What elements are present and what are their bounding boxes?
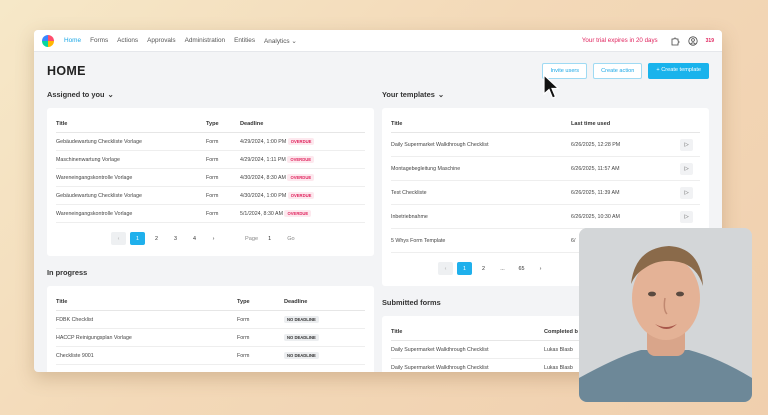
- page-number-input[interactable]: 1: [268, 236, 271, 242]
- assigned-section-title[interactable]: Assigned to you ⌄: [47, 90, 114, 99]
- page-button-65[interactable]: 65: [514, 262, 529, 275]
- mouse-cursor-icon: [543, 74, 561, 99]
- assigned-pagination: ‹ 1 2 3 4 › Page 1 Go: [111, 232, 295, 245]
- page-ellipsis: ...: [500, 265, 505, 272]
- chevron-down-icon: ⌄: [437, 90, 445, 99]
- table-row[interactable]: Wareneingangskontrolle Vorlage Form 5/1/…: [56, 204, 365, 223]
- table-row[interactable]: Inbetriebnahme 6/26/2025, 10:30 AM ▷: [391, 204, 700, 229]
- table-row[interactable]: Wareneingangskontrolle Vorlage Form 4/30…: [56, 168, 365, 187]
- table-row[interactable]: Checkliste 9001 Form NO DEADLINE: [56, 346, 365, 365]
- table-row[interactable]: Gebäudewartung Checkliste Vorlage Form 4…: [56, 132, 365, 151]
- table-row[interactable]: Test Checkliste 6/26/2025, 11:39 AM ▷: [391, 180, 700, 205]
- table-row[interactable]: Montagebegleitung Maschine 6/26/2025, 11…: [391, 156, 700, 181]
- nav-home[interactable]: Home: [64, 37, 81, 45]
- column-header-title: Title: [391, 329, 544, 341]
- status-badge: OVERDUE: [287, 137, 315, 145]
- nav-entities[interactable]: Entities: [234, 37, 255, 45]
- in-progress-section-title: In progress: [47, 268, 88, 277]
- notification-badge[interactable]: 319: [706, 38, 714, 44]
- prev-page-icon[interactable]: ‹: [438, 262, 453, 275]
- nav-analytics[interactable]: Analytics ⌄: [264, 37, 297, 45]
- in-progress-table: Title Type Deadline FDBK Checklist Form …: [56, 299, 365, 365]
- nav-forms[interactable]: Forms: [90, 37, 108, 45]
- main-nav: Home Forms Actions Approvals Administrat…: [64, 37, 297, 45]
- puzzle-icon[interactable]: [670, 36, 680, 46]
- prev-page-icon[interactable]: ‹: [111, 232, 126, 245]
- presenter-video: [579, 228, 752, 402]
- play-icon[interactable]: ▷: [680, 162, 693, 175]
- table-row[interactable]: Maschinenwartung Vorlage Form 4/29/2024,…: [56, 150, 365, 169]
- next-page-icon[interactable]: ›: [206, 232, 221, 245]
- column-header-deadline: Deadline: [284, 299, 365, 311]
- page-button-1[interactable]: 1: [130, 232, 145, 245]
- nav-administration[interactable]: Administration: [185, 37, 226, 45]
- page-label: Page: [245, 235, 259, 242]
- column-header-type: Type: [237, 299, 284, 311]
- status-badge: NO DEADLINE: [284, 333, 319, 341]
- status-badge: OVERDUE: [284, 209, 312, 217]
- create-action-button[interactable]: Create action: [593, 63, 643, 79]
- column-header-last-used: Last time used: [571, 121, 680, 133]
- nav-approvals[interactable]: Approvals: [147, 37, 175, 45]
- create-template-button[interactable]: + Create template: [648, 63, 709, 79]
- webcam-overlay: [579, 228, 752, 402]
- table-row[interactable]: Gebäudewartung Checkliste Vorlage Form 4…: [56, 186, 365, 205]
- assigned-card: Title Type Deadline Gebäudewartung Check…: [47, 108, 374, 256]
- play-icon[interactable]: ▷: [680, 210, 693, 223]
- top-navbar: Home Forms Actions Approvals Administrat…: [34, 30, 722, 52]
- user-icon[interactable]: [688, 35, 698, 46]
- status-badge: OVERDUE: [287, 173, 315, 181]
- play-icon[interactable]: ▷: [680, 186, 693, 199]
- page-title: HOME: [47, 64, 86, 78]
- page-button-1[interactable]: 1: [457, 262, 472, 275]
- table-row[interactable]: HACCP Reinigungsplan Vorlage Form NO DEA…: [56, 328, 365, 347]
- page-header: HOME Invite users Create action + Create…: [34, 52, 722, 82]
- table-row[interactable]: Daily Supermarket Walkthrough Checklist …: [391, 132, 700, 157]
- trial-notice[interactable]: Your trial expires in 20 days: [582, 37, 658, 44]
- chevron-down-icon: ⌄: [107, 90, 114, 99]
- page-button-3[interactable]: 3: [168, 232, 183, 245]
- table-row[interactable]: FDBK Checklist Form NO DEADLINE: [56, 310, 365, 329]
- column-header-deadline: Deadline: [240, 121, 365, 133]
- app-logo[interactable]: [42, 34, 54, 47]
- page-button-2[interactable]: 2: [149, 232, 164, 245]
- nav-actions[interactable]: Actions: [117, 37, 138, 45]
- column-header-type: Type: [206, 121, 240, 133]
- next-page-icon[interactable]: ›: [533, 262, 548, 275]
- templates-section-title[interactable]: Your templates ⌄: [382, 90, 444, 99]
- page-button-4[interactable]: 4: [187, 232, 202, 245]
- status-badge: OVERDUE: [287, 155, 315, 163]
- status-badge: NO DEADLINE: [284, 315, 319, 323]
- assigned-table: Title Type Deadline Gebäudewartung Check…: [56, 121, 365, 223]
- submitted-section-title: Submitted forms: [382, 298, 441, 307]
- status-badge: OVERDUE: [287, 191, 315, 199]
- in-progress-card: Title Type Deadline FDBK Checklist Form …: [47, 286, 374, 372]
- chevron-down-icon: ⌄: [291, 37, 297, 45]
- templates-pagination: ‹ 1 2 ... 65 ›: [438, 262, 548, 275]
- column-header-title: Title: [391, 121, 571, 133]
- page-button-2[interactable]: 2: [476, 262, 491, 275]
- column-header-title: Title: [56, 121, 206, 133]
- play-icon[interactable]: ▷: [680, 138, 693, 151]
- go-button[interactable]: Go: [287, 236, 294, 242]
- column-header-title: Title: [56, 299, 237, 311]
- status-badge: NO DEADLINE: [284, 351, 319, 359]
